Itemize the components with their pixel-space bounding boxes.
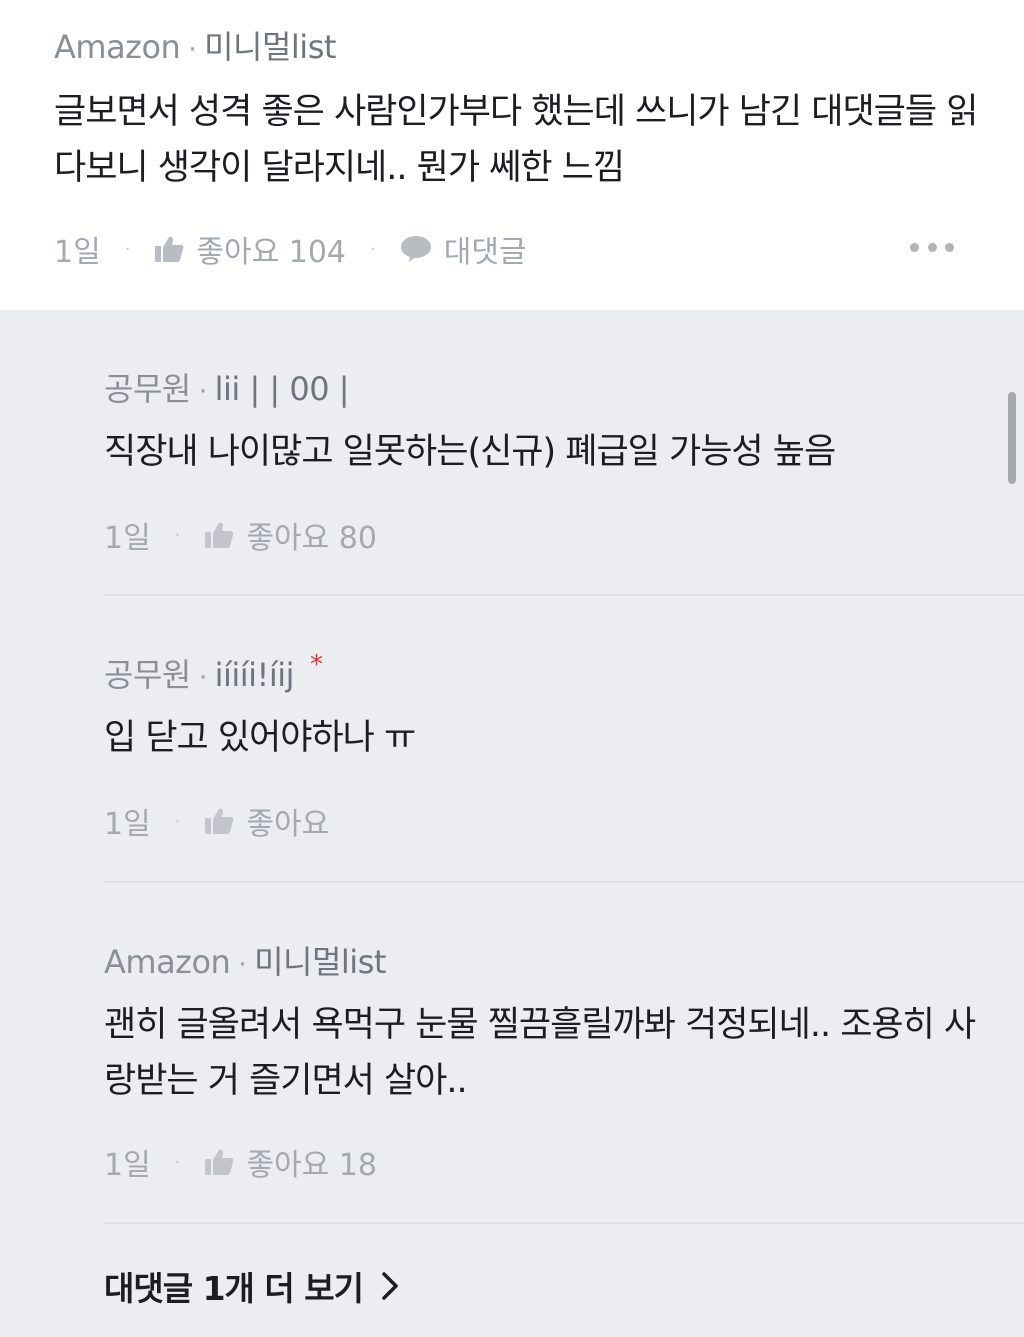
parent-comment-author: Amazon · 미니멀list — [54, 22, 336, 68]
separator-dot: · — [198, 377, 207, 407]
parent-comment-actions: 1일 · 좋아요 104 · 대댓글 — [54, 227, 527, 271]
reply-actions: 1일 · 좋아요 — [104, 799, 329, 843]
reply-divider — [104, 594, 1024, 596]
separator-dot: · — [370, 238, 376, 260]
parent-comment-body: 글보면서 성격 좋은 사람인가부다 했는데 쓰니가 남긴 대댓글들 읽다보니 생… — [54, 92, 978, 188]
reply-author: 공무원 · lii | | 00 | — [104, 364, 350, 410]
author-nickname[interactable]: 미니멀list — [254, 943, 386, 981]
thumbs-up-icon[interactable] — [204, 1148, 234, 1176]
reply-author: 공무원 · iíiíi!íij * — [104, 650, 323, 696]
comment-time: 1일 — [104, 1148, 151, 1183]
speech-bubble-icon[interactable] — [400, 235, 432, 263]
author-company: 공무원 — [104, 370, 191, 408]
reply-actions: 1일 · 좋아요 80 — [104, 513, 377, 557]
comment-thread: Amazon · 미니멀list 글보면서 성격 좋은 사람인가부다 했는데 쓰니가… — [0, 0, 1024, 1337]
separator-dot: · — [124, 238, 131, 260]
thumbs-up-icon[interactable] — [154, 235, 184, 263]
reply-button[interactable]: 대댓글 — [444, 227, 527, 271]
scrollbar[interactable] — [1008, 392, 1016, 484]
reply-divider — [104, 1222, 1024, 1224]
thumbs-up-icon[interactable] — [204, 521, 234, 549]
separator-dot: · — [174, 524, 181, 546]
thumbs-up-icon[interactable] — [204, 807, 234, 835]
like-button[interactable]: 좋아요 104 — [196, 227, 346, 271]
comment-time: 1일 — [104, 807, 151, 842]
comment-time: 1일 — [104, 521, 151, 556]
more-replies-label: 대댓글 1개 더 보기 — [104, 1269, 364, 1308]
author-company: Amazon — [54, 28, 181, 66]
author-company: Amazon — [104, 943, 231, 981]
comment-time: 1일 — [54, 235, 101, 270]
parent-comment: Amazon · 미니멀list 글보면서 성격 좋은 사람인가부다 했는데 쓰니가… — [0, 0, 1024, 310]
reply-actions: 1일 · 좋아요 18 — [104, 1140, 377, 1184]
author-nickname[interactable]: iíiíi!íij — [215, 656, 295, 694]
separator-dot: · — [198, 663, 207, 693]
separator-dot: · — [174, 810, 181, 832]
reply-body: 직장내 나이많고 일못하는(신규) 폐급일 가능성 높음 — [104, 432, 836, 472]
like-button[interactable]: 좋아요 80 — [246, 513, 377, 557]
reply-divider — [104, 881, 1024, 883]
more-dots-icon[interactable] — [910, 235, 954, 259]
separator-dot: · — [174, 1151, 181, 1173]
chevron-right-icon — [382, 1272, 398, 1300]
reply-body: 입 닫고 있어야하나 ㅠ — [104, 718, 416, 758]
reply-body: 괜히 글올려서 욕먹구 눈물 찔끔흘릴까봐 걱정되네.. 조용히 사랑받는 거 … — [104, 1005, 976, 1101]
like-button[interactable]: 좋아요 18 — [246, 1140, 377, 1184]
author-nickname[interactable]: lii | | 00 | — [215, 370, 350, 408]
separator-dot: · — [188, 35, 197, 65]
author-nickname[interactable]: 미니멀list — [204, 28, 336, 66]
like-button[interactable]: 좋아요 — [246, 799, 329, 843]
author-company: 공무원 — [104, 656, 191, 694]
reply-author: Amazon · 미니멀list — [104, 937, 386, 983]
separator-dot: · — [238, 950, 247, 980]
more-replies-button[interactable]: 대댓글 1개 더 보기 — [104, 1262, 399, 1310]
new-mark: * — [310, 650, 323, 680]
